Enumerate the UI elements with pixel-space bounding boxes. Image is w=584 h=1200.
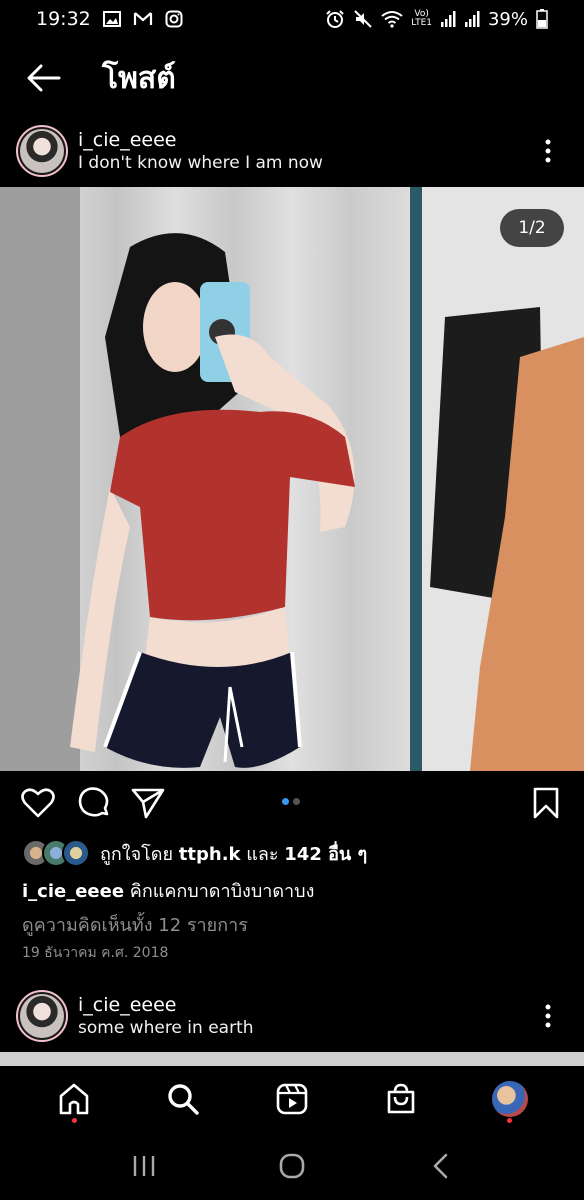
- post-photo: [0, 187, 584, 771]
- next-post-avatar[interactable]: [16, 990, 68, 1042]
- recent-apps-icon: [133, 1156, 155, 1176]
- back-system-button[interactable]: [410, 1141, 470, 1191]
- battery-percent: 39%: [487, 8, 528, 30]
- next-post-more-button[interactable]: [536, 996, 560, 1036]
- search-icon: [168, 1084, 199, 1115]
- nav-home[interactable]: [46, 1071, 102, 1127]
- shop-icon: [387, 1083, 415, 1114]
- view-comments-link[interactable]: ดูความคิดเห็นทั้ง 12 รายการ: [22, 910, 248, 939]
- status-bar: 19:32 Vo) LTE1 39%: [0, 0, 584, 38]
- caption: i_cie_eeee คิกแคกบาดาบิงบาดาบง: [22, 876, 314, 905]
- liker-avatar: [62, 839, 90, 867]
- notification-dot: [71, 1118, 77, 1123]
- system-nav-bar: [0, 1132, 584, 1200]
- likes-count[interactable]: 142 อื่น ๆ: [284, 844, 367, 865]
- more-vertical-icon: [545, 139, 551, 163]
- post-header: i_cie_eeee I don't know where I am now: [0, 117, 584, 185]
- home-circle-icon: [279, 1153, 305, 1179]
- like-button[interactable]: [18, 783, 58, 823]
- home-system-button[interactable]: [262, 1141, 322, 1191]
- bottom-nav: [0, 1066, 584, 1132]
- next-post-header: i_cie_eeee some where in earth: [0, 982, 584, 1050]
- caption-text: คิกแคกบาดาบิงบาดาบง: [129, 881, 315, 902]
- instagram-notification-icon: [165, 10, 183, 28]
- alarm-icon: [325, 9, 345, 29]
- liker-avatars: [22, 839, 90, 867]
- comment-icon: [78, 787, 109, 817]
- carousel-dot-1: [282, 798, 289, 805]
- carousel-dot-2: [293, 798, 300, 805]
- status-time: 19:32: [36, 8, 91, 30]
- mute-icon: [353, 9, 373, 29]
- notification-dot: [507, 1118, 513, 1123]
- wifi-icon: [381, 10, 403, 28]
- next-post-username[interactable]: i_cie_eeee: [78, 994, 254, 1017]
- signal-icon-2: [464, 10, 480, 28]
- arrow-left-icon: [27, 64, 61, 92]
- nav-profile[interactable]: [482, 1071, 538, 1127]
- likes-text: ถูกใจโดย ttph.k และ 142 อื่น ๆ: [100, 839, 367, 868]
- post-date: 19 ธันวาคม ค.ศ. 2018: [22, 945, 169, 961]
- post-username[interactable]: i_cie_eeee: [78, 129, 323, 152]
- likes-and: และ: [246, 843, 279, 865]
- heart-icon: [21, 788, 55, 818]
- profile-avatar: [491, 1081, 528, 1117]
- caption-username[interactable]: i_cie_eeee: [22, 881, 124, 902]
- next-post-image[interactable]: [0, 1052, 584, 1066]
- gallery-notification-icon: [102, 11, 121, 27]
- nav-reels[interactable]: [264, 1071, 320, 1127]
- post-location[interactable]: I don't know where I am now: [78, 152, 323, 174]
- save-button[interactable]: [526, 783, 566, 823]
- network-type-label: Vo) LTE1: [411, 9, 432, 28]
- share-button[interactable]: [128, 783, 168, 823]
- page-header: โพสต์: [0, 50, 584, 106]
- post-actions: [0, 781, 584, 825]
- page-title: โพสต์: [102, 60, 176, 96]
- post-avatar[interactable]: [16, 125, 68, 177]
- carousel-indicator: [282, 798, 300, 805]
- post-more-button[interactable]: [536, 131, 560, 171]
- likes-prefix: ถูกใจโดย: [100, 843, 174, 865]
- next-post-location[interactable]: some where in earth: [78, 1017, 254, 1039]
- likes-user[interactable]: ttph.k: [179, 844, 241, 865]
- nav-search[interactable]: [155, 1071, 211, 1127]
- signal-icon-1: [440, 10, 456, 28]
- send-icon: [131, 788, 165, 819]
- likes-row[interactable]: ถูกใจโดย ttph.k และ 142 อื่น ๆ: [22, 838, 367, 868]
- more-vertical-icon: [545, 1004, 551, 1028]
- home-icon: [60, 1083, 89, 1115]
- chevron-left-icon: [433, 1153, 448, 1179]
- image-counter: 1/2: [500, 209, 564, 247]
- nav-shop[interactable]: [373, 1071, 429, 1127]
- back-button[interactable]: [14, 50, 74, 106]
- recent-apps-button[interactable]: [114, 1141, 174, 1191]
- gmail-notification-icon: [133, 11, 153, 27]
- battery-icon: [536, 9, 548, 29]
- bookmark-icon: [533, 787, 559, 819]
- reels-icon: [276, 1083, 308, 1115]
- comment-button[interactable]: [74, 783, 114, 823]
- post-image[interactable]: 1/2: [0, 187, 584, 771]
